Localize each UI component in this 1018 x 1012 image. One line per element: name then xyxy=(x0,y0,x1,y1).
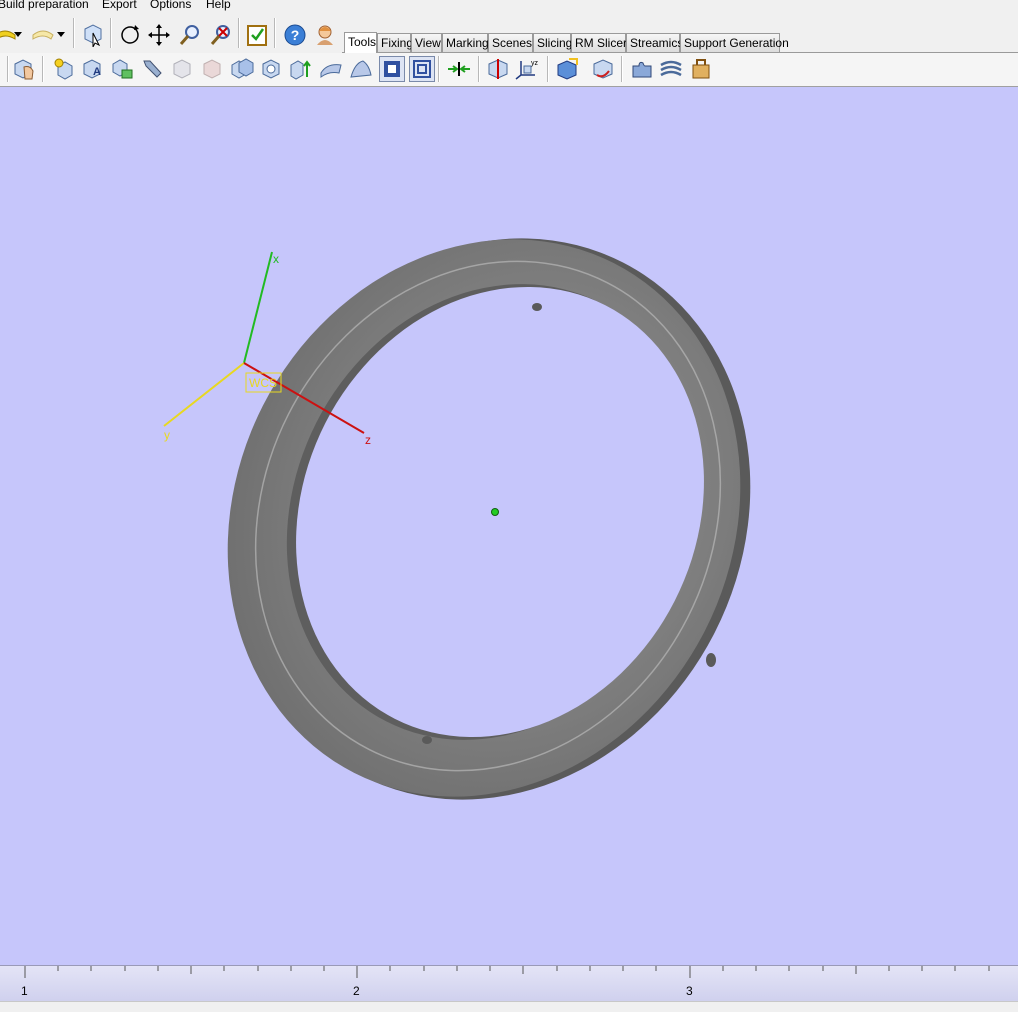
contour-icon[interactable] xyxy=(409,56,435,82)
box-icon[interactable] xyxy=(554,56,580,82)
tab-scenes[interactable]: Scenes xyxy=(488,33,533,52)
help-icon[interactable]: ? xyxy=(282,22,308,48)
undo-dropdown-icon[interactable] xyxy=(12,22,24,48)
status-bar xyxy=(0,1001,1018,1012)
redo-dropdown-icon[interactable] xyxy=(55,22,67,48)
toolbar-separator xyxy=(621,56,623,82)
toolbar-separator xyxy=(438,56,440,82)
checklist-icon[interactable] xyxy=(244,22,270,48)
surface-icon[interactable] xyxy=(318,56,344,82)
layers-icon[interactable] xyxy=(658,56,684,82)
menu-help[interactable]: Help xyxy=(206,0,231,10)
toolbar-separator xyxy=(42,56,44,82)
ruler: 1 2 3 xyxy=(0,965,1018,1002)
wrap-icon[interactable] xyxy=(348,56,374,82)
toolbar-separator xyxy=(274,18,276,48)
ruler-ticks xyxy=(24,966,990,978)
svg-text:yz: yz xyxy=(531,60,539,67)
puzzle-icon[interactable] xyxy=(629,56,655,82)
redo-icon[interactable] xyxy=(30,22,56,48)
zoom-icon[interactable] xyxy=(177,22,203,48)
copy-part-icon[interactable] xyxy=(229,56,255,82)
hollow-icon[interactable] xyxy=(258,56,284,82)
svg-text:A: A xyxy=(93,66,101,78)
package-icon[interactable] xyxy=(688,56,714,82)
z-axis-label: z xyxy=(365,433,371,447)
wcs-label: WCS xyxy=(249,376,277,390)
align-icon[interactable] xyxy=(446,56,472,82)
toolbar-separator xyxy=(73,18,75,48)
part-disabled2-icon[interactable] xyxy=(199,56,225,82)
tab-fixing[interactable]: Fixing xyxy=(377,33,413,52)
menu-options[interactable]: Options xyxy=(150,0,191,10)
toolbar-separator xyxy=(547,56,549,82)
center-point xyxy=(491,508,499,516)
ruler-label-1: 1 xyxy=(21,984,28,998)
menu-bar: Build preparation Export Options Help xyxy=(0,0,1018,12)
part-hand-icon[interactable] xyxy=(11,56,37,82)
menu-build-preparation[interactable]: Build preparation xyxy=(0,0,89,10)
zoom-fit-icon[interactable] xyxy=(208,22,234,48)
tab-streamics[interactable]: Streamics xyxy=(626,33,683,52)
ring-part[interactable] xyxy=(133,149,845,889)
x-axis-label: x xyxy=(273,252,279,266)
part-disabled-icon[interactable] xyxy=(169,56,195,82)
toolbar-separator xyxy=(110,18,112,48)
toolbar-separator xyxy=(478,56,480,82)
tab-marking[interactable]: Marking xyxy=(442,33,489,52)
extrude-icon[interactable] xyxy=(288,56,314,82)
scene-canvas[interactable]: x y z WCS xyxy=(0,87,1018,965)
tab-rm-slicer[interactable]: RM Slicer xyxy=(571,33,627,52)
offset-icon[interactable] xyxy=(379,56,405,82)
toolbar-separator xyxy=(238,18,240,48)
ruler-label-3: 3 xyxy=(686,984,693,998)
cut-icon[interactable] xyxy=(485,56,511,82)
tab-tools[interactable]: Tools xyxy=(344,32,377,53)
probe-icon[interactable] xyxy=(139,56,165,82)
tools-toolbar: A yz xyxy=(0,53,1018,87)
transform-icon[interactable] xyxy=(590,56,616,82)
pan-icon[interactable] xyxy=(146,22,172,48)
axis-icon[interactable]: yz xyxy=(515,56,541,82)
toolbar-separator xyxy=(7,56,9,82)
part-group-icon[interactable] xyxy=(109,56,135,82)
ruler-label-2: 2 xyxy=(353,984,360,998)
part-a-icon[interactable]: A xyxy=(79,56,105,82)
rotate-icon[interactable] xyxy=(117,22,143,48)
menu-export[interactable]: Export xyxy=(102,0,137,10)
y-axis-label: y xyxy=(164,428,170,442)
select-part-icon[interactable] xyxy=(80,22,106,48)
tab-view[interactable]: View xyxy=(411,33,442,52)
tab-support-generation[interactable]: Support Generation xyxy=(680,33,789,52)
assistant-icon[interactable] xyxy=(312,22,338,48)
new-part-icon[interactable] xyxy=(51,56,77,82)
tab-slicing[interactable]: Slicing xyxy=(533,33,572,52)
3d-viewport[interactable]: x y z WCS xyxy=(0,87,1018,965)
svg-text:?: ? xyxy=(291,27,300,43)
